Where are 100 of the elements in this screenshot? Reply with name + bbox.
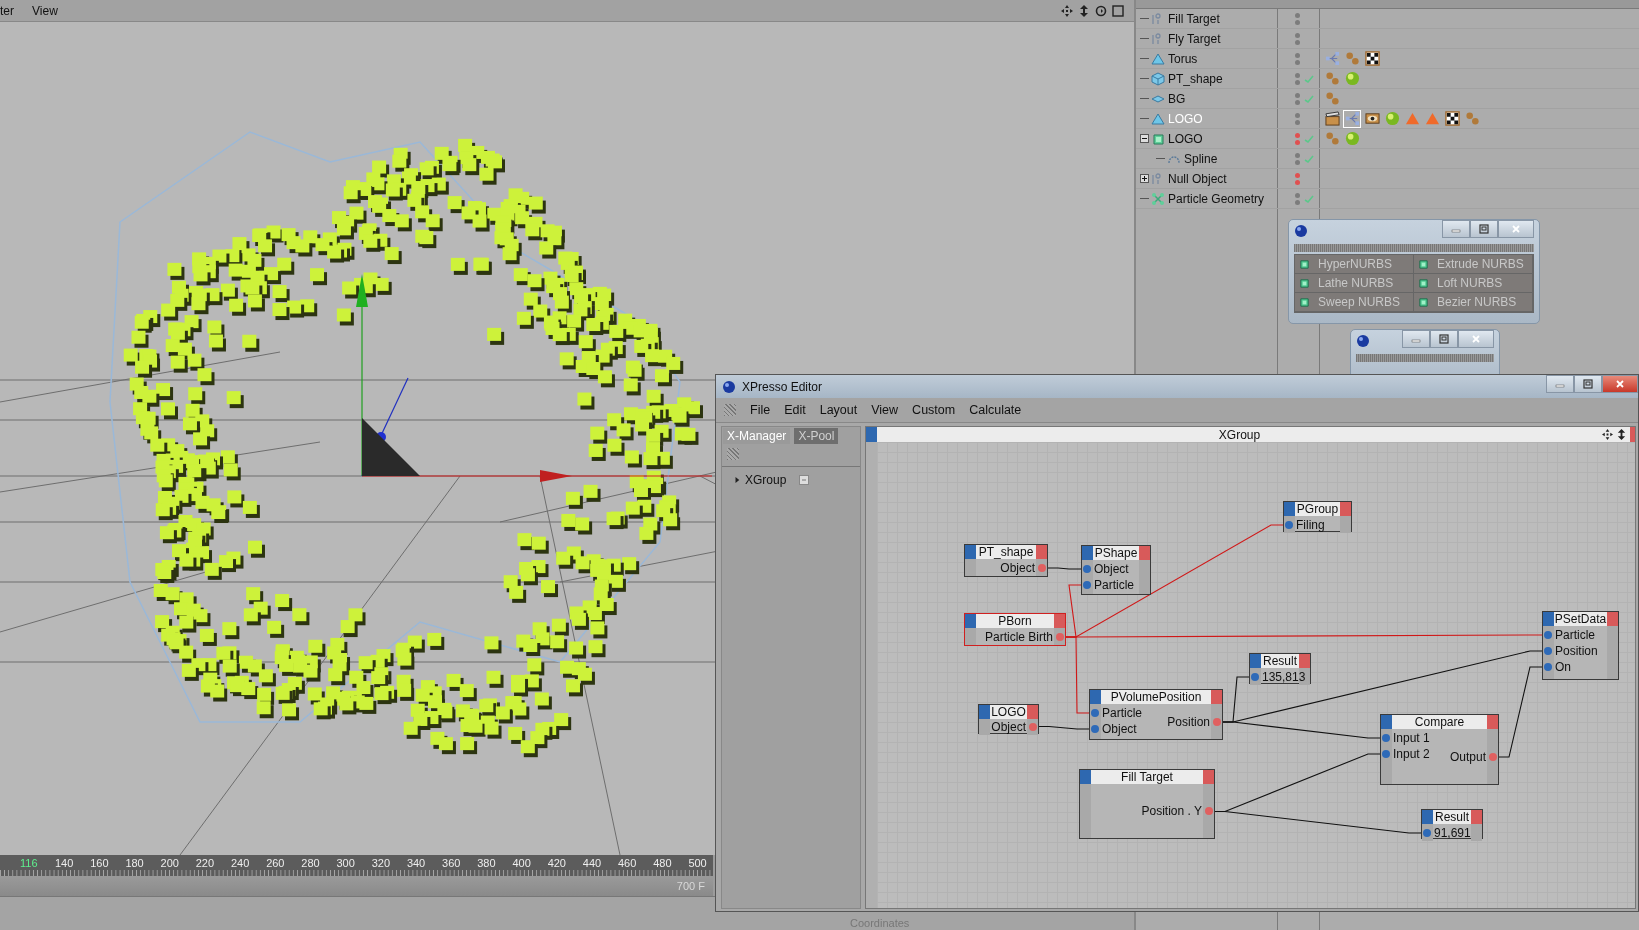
timeline-ruler[interactable]: 116 140 160 180 200 220 240 260 280 300 320 340 360 380 400 420 440 460 480 500 (0, 855, 713, 876)
input-port-icon[interactable] (1251, 673, 1259, 681)
tree-item[interactable]: XGroup (745, 473, 787, 487)
xpresso-node[interactable]: Compare Input 1 Input 2 Output (1380, 714, 1499, 785)
visibility-dots-icon[interactable] (1295, 52, 1300, 65)
visibility-dots-icon[interactable] (1295, 172, 1300, 185)
port-label: Object (991, 719, 1026, 735)
minimize-button[interactable] (1442, 220, 1470, 238)
connection-line[interactable] (1038, 725, 1090, 730)
xpresso-node[interactable]: Result 135,813 (1249, 653, 1311, 684)
output-port-icon[interactable] (1038, 563, 1046, 572)
extrude-icon (1151, 131, 1165, 146)
xpresso-node[interactable]: Fill Target Position . Y (1079, 769, 1215, 839)
rotate-icon[interactable] (1095, 4, 1107, 17)
menu-item[interactable]: View (871, 403, 899, 417)
frame-label: 420 (547, 857, 567, 869)
object-name[interactable]: Fill Target (1168, 11, 1220, 26)
object-name[interactable]: LOGO (1168, 131, 1203, 146)
close-button[interactable] (1498, 220, 1534, 238)
menu-item[interactable]: ter (0, 3, 14, 18)
object-name[interactable]: Null Object (1168, 171, 1227, 186)
maximize-button[interactable] (1470, 220, 1498, 238)
object-name[interactable]: Fly Target (1168, 31, 1221, 46)
xpresso-node[interactable]: PBorn Particle Birth (964, 613, 1066, 646)
output-port-icon[interactable] (1029, 723, 1037, 731)
menu-item[interactable]: Custom (912, 403, 956, 417)
visibility-dots-icon[interactable] (1295, 72, 1300, 85)
xpresso-node[interactable]: PShape Object Particle (1081, 545, 1151, 595)
visibility-dots-icon[interactable] (1295, 152, 1300, 165)
clapperboard-icon (1324, 111, 1340, 126)
frame-label: 400 (512, 857, 532, 869)
checkmark-icon[interactable] (1304, 73, 1314, 84)
visibility-dots-icon[interactable] (1295, 112, 1300, 125)
expand-arrow-icon[interactable] (734, 476, 740, 484)
visibility-dots-icon[interactable] (1295, 132, 1300, 145)
visibility-dots-icon[interactable] (1295, 12, 1300, 25)
maximize-icon (1479, 224, 1489, 234)
object-name[interactable]: PT_shape (1168, 71, 1223, 86)
minimize-button[interactable] (1546, 375, 1574, 393)
xpresso-node[interactable]: PVolumePosition Particle Object Position (1089, 689, 1223, 740)
node-input-bar (1090, 690, 1101, 704)
object-name[interactable]: Particle Geometry (1168, 191, 1265, 206)
frame-label: 460 (618, 857, 638, 869)
connection-line[interactable] (1222, 721, 1381, 739)
checkmark-icon[interactable] (1304, 193, 1314, 204)
up-down-arrows-icon[interactable] (1616, 429, 1627, 440)
maximize-view-icon[interactable] (1112, 4, 1124, 17)
tag[interactable] (1363, 49, 1381, 68)
object-name[interactable]: Spline (1184, 151, 1218, 166)
menu-item[interactable]: Layout (819, 403, 858, 417)
tag[interactable] (1323, 109, 1341, 128)
grip-icon[interactable] (724, 404, 736, 416)
xpresso-node[interactable]: PSetData Particle Position On (1542, 611, 1619, 680)
collapse-icon[interactable] (1140, 134, 1149, 143)
expand-icon[interactable] (1140, 174, 1149, 183)
up-down-arrows-icon[interactable] (1078, 4, 1090, 17)
node-canvas[interactable] (866, 442, 1635, 908)
checkmark-icon[interactable] (1304, 153, 1314, 164)
menu-item[interactable]: File (750, 403, 771, 417)
checkmark-icon[interactable] (1304, 133, 1314, 144)
xpresso-node[interactable]: LOGO Object (978, 704, 1039, 734)
visibility-dots-icon[interactable] (1295, 32, 1300, 45)
maximize-icon (1583, 379, 1593, 389)
object-name[interactable]: Torus (1168, 51, 1198, 66)
checkmark-icon[interactable] (1304, 93, 1314, 104)
grip-bar[interactable] (1356, 354, 1494, 362)
xpresso-node[interactable]: Result 91,691 (1421, 809, 1483, 839)
grip-icon[interactable] (727, 448, 739, 460)
input-port-icon[interactable] (1285, 521, 1293, 529)
node-output-bar (1471, 810, 1482, 824)
move-icon[interactable] (1602, 429, 1613, 440)
output-port-icon[interactable] (1056, 632, 1064, 641)
connection-line[interactable] (1498, 666, 1543, 758)
menu-item[interactable]: Calculate (969, 403, 1022, 417)
eye-icon (1364, 111, 1380, 126)
menu-item[interactable]: View (32, 3, 58, 18)
canvas-title: XGroup (1217, 427, 1262, 442)
node-input-bar (1284, 502, 1295, 516)
minimize-button[interactable] (1402, 330, 1430, 348)
move-icon[interactable] (1061, 4, 1073, 17)
connection-line[interactable] (1047, 567, 1082, 570)
close-button[interactable] (1458, 330, 1494, 348)
close-button[interactable] (1602, 375, 1638, 393)
tag[interactable] (1443, 109, 1461, 128)
close-icon (1615, 379, 1625, 389)
menu-item[interactable]: Edit (784, 403, 806, 417)
xpresso-node[interactable]: PGroup Filing (1283, 501, 1352, 532)
output-port-icon[interactable] (1489, 752, 1497, 761)
output-port-icon[interactable] (1213, 717, 1221, 726)
input-port-icon[interactable] (1423, 829, 1431, 837)
object-name[interactable]: BG (1168, 91, 1186, 106)
grip-bar[interactable] (1294, 244, 1534, 252)
maximize-button[interactable] (1574, 375, 1602, 393)
output-port-icon[interactable] (1205, 807, 1213, 815)
xpresso-node[interactable]: PT_shape Object (964, 544, 1048, 577)
maximize-button[interactable] (1430, 330, 1458, 348)
visibility-dots-icon[interactable] (1295, 192, 1300, 205)
connection-line[interactable] (1214, 810, 1422, 834)
two-balls-icon (1324, 71, 1340, 86)
visibility-dots-icon[interactable] (1295, 92, 1300, 105)
